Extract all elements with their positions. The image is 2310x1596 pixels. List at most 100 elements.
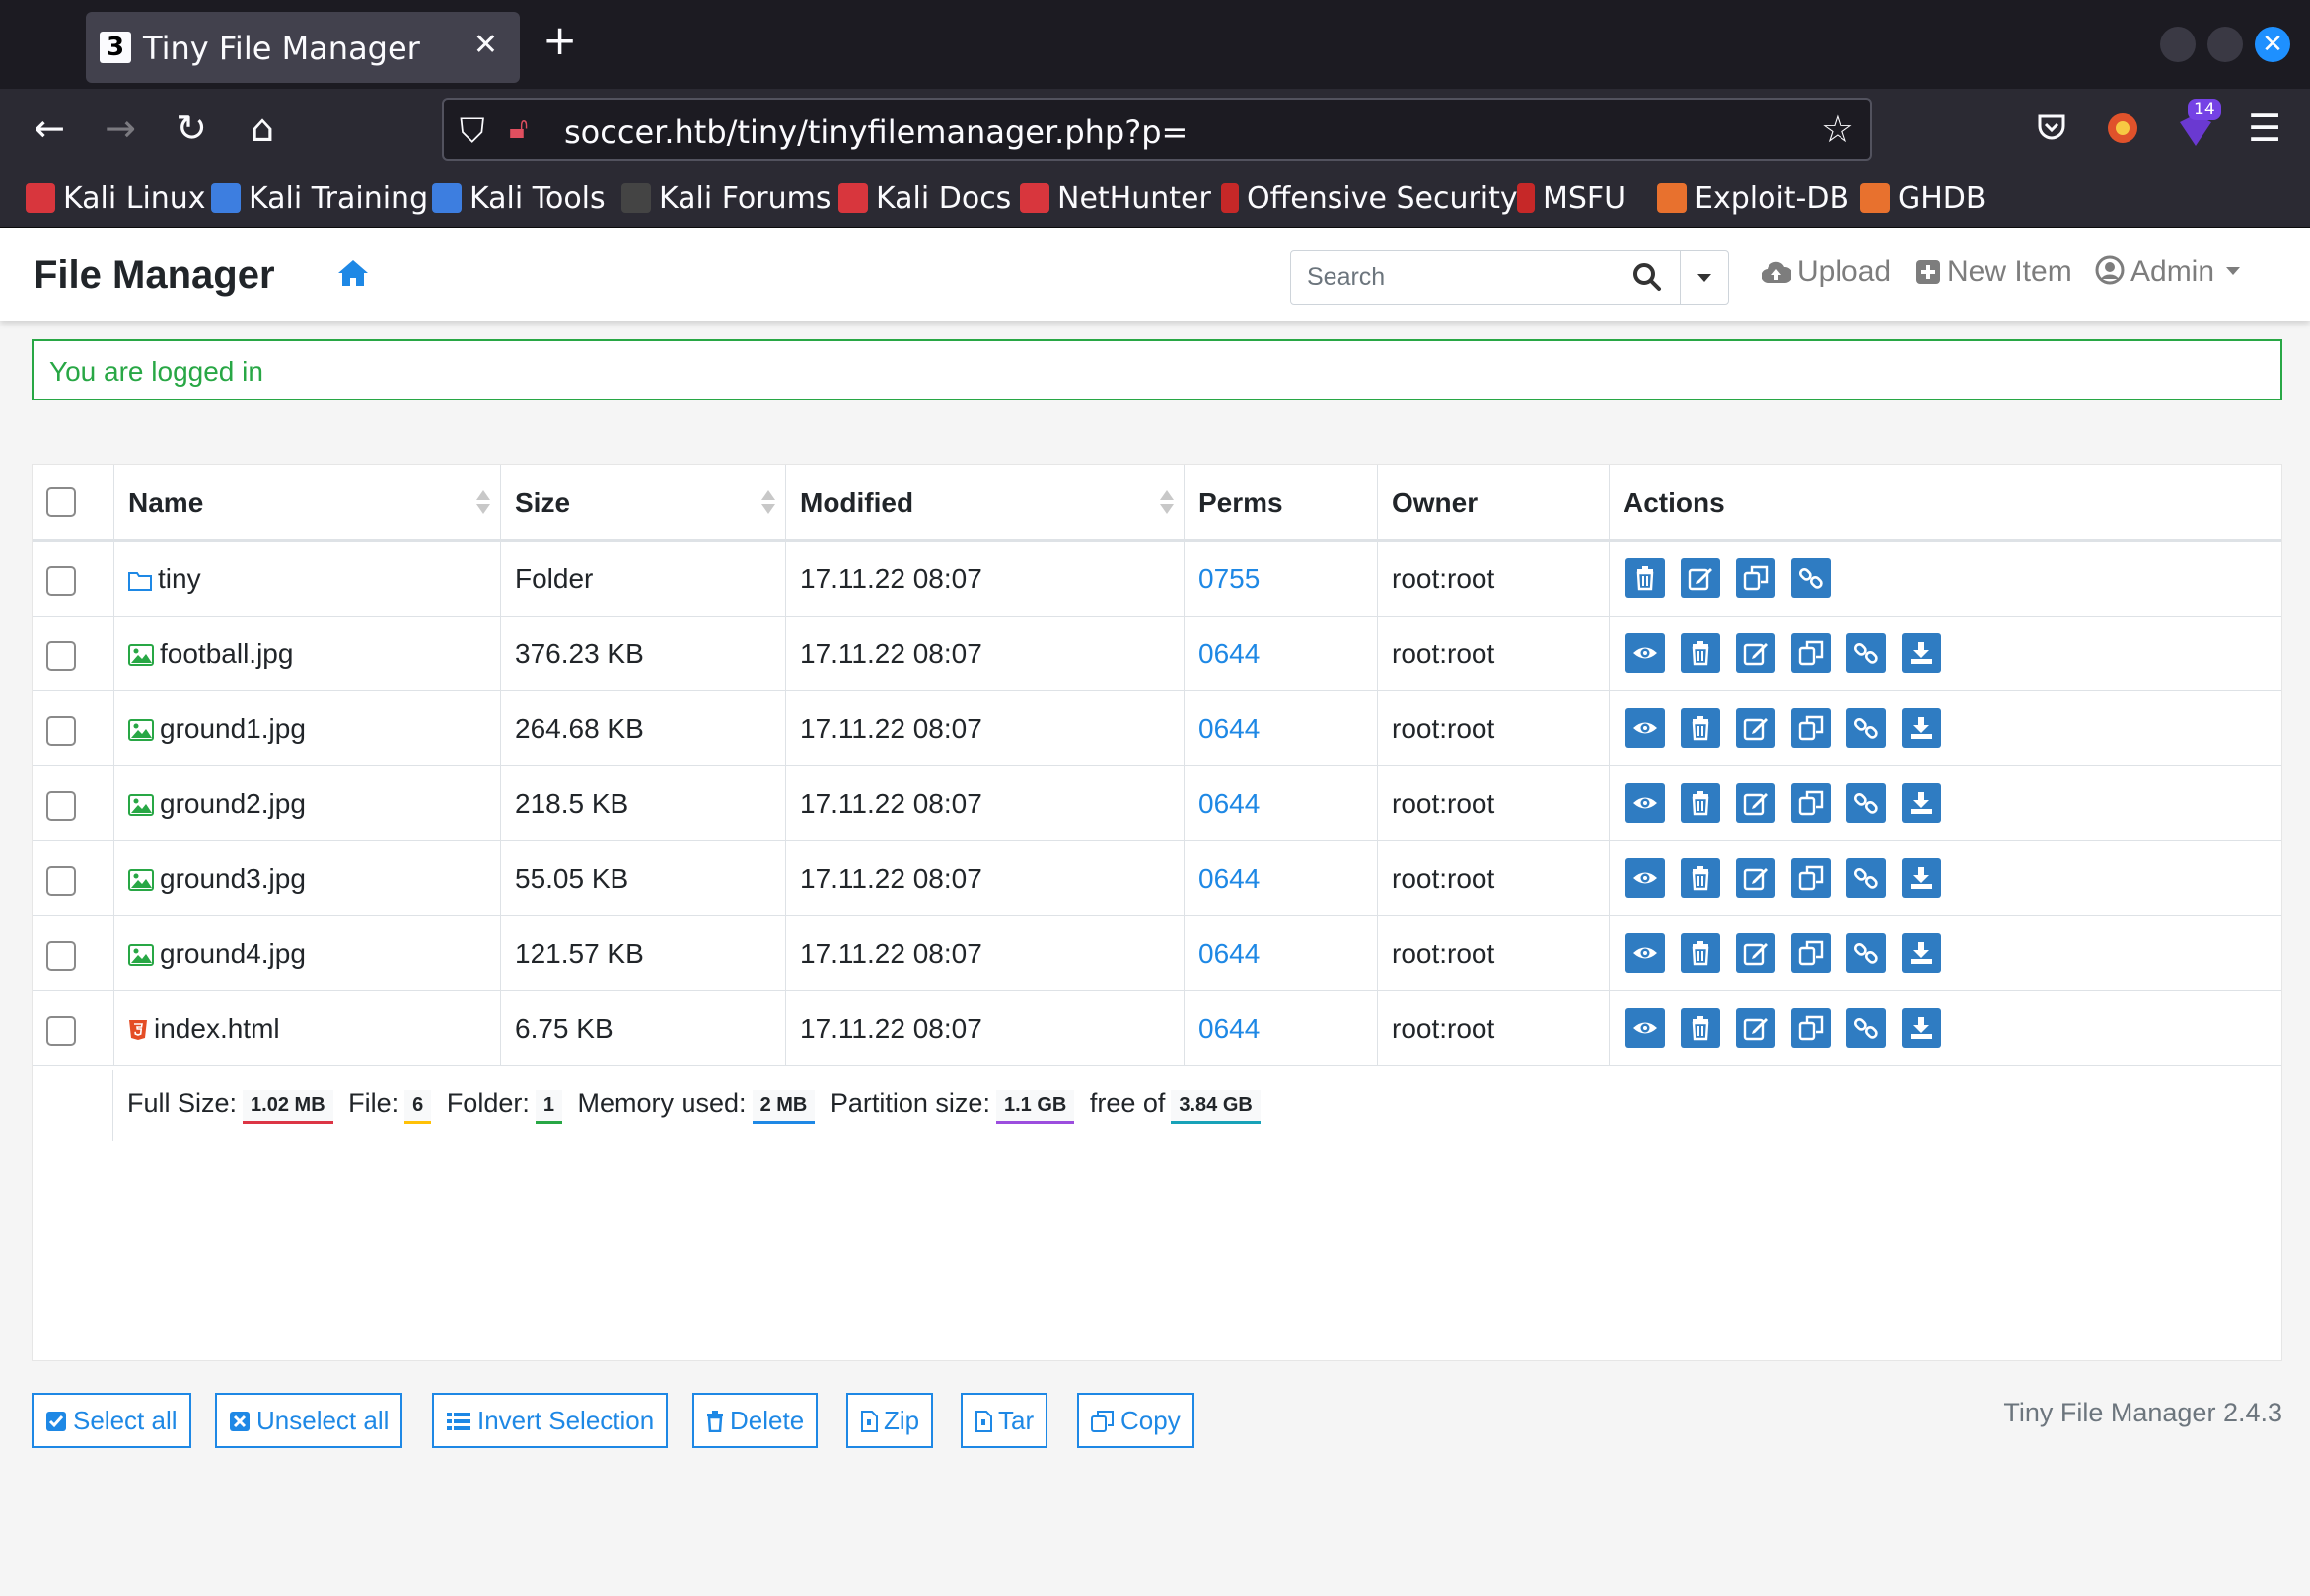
- copy-action-button[interactable]: [1791, 633, 1831, 673]
- copy-action-button[interactable]: [1791, 1008, 1831, 1048]
- perms-link[interactable]: 0644: [1198, 938, 1260, 970]
- download-action-button[interactable]: [1902, 708, 1941, 748]
- download-action-button[interactable]: [1902, 933, 1941, 973]
- link-action-button[interactable]: [1791, 558, 1831, 598]
- download-action-button[interactable]: [1902, 633, 1941, 673]
- maximize-window-button[interactable]: [2207, 27, 2243, 62]
- file-name-link[interactable]: index.html: [128, 1013, 280, 1045]
- view-action-button[interactable]: [1625, 633, 1665, 673]
- perms-link[interactable]: 0644: [1198, 788, 1260, 820]
- delete-action-button[interactable]: [1681, 858, 1720, 898]
- delete-action-button[interactable]: [1681, 933, 1720, 973]
- copy-button[interactable]: Copy: [1077, 1393, 1194, 1448]
- brand-title[interactable]: File Manager: [34, 254, 275, 298]
- rename-action-button[interactable]: [1681, 558, 1720, 598]
- column-header-modified[interactable]: Modified: [786, 465, 1185, 542]
- copy-action-button[interactable]: [1791, 783, 1831, 823]
- forward-arrow-icon[interactable]: →: [99, 107, 142, 150]
- tar-button[interactable]: Tar: [961, 1393, 1048, 1448]
- download-action-button[interactable]: [1902, 1008, 1941, 1048]
- view-action-button[interactable]: [1625, 858, 1665, 898]
- bookmark-kali-linux[interactable]: Kali Linux: [26, 181, 206, 218]
- copy-action-button[interactable]: [1791, 933, 1831, 973]
- tab-close-icon[interactable]: ✕: [473, 28, 498, 62]
- delete-action-button[interactable]: [1681, 783, 1720, 823]
- perms-link[interactable]: 0644: [1198, 1013, 1260, 1045]
- url-text[interactable]: soccer.htb/tiny/tinyfilemanager.php?p=: [564, 113, 1188, 151]
- upload-link[interactable]: Upload: [1761, 255, 1891, 289]
- menu-hamburger-icon[interactable]: ☰: [2243, 107, 2286, 150]
- link-action-button[interactable]: [1846, 858, 1886, 898]
- link-action-button[interactable]: [1846, 633, 1886, 673]
- row-checkbox[interactable]: [46, 791, 76, 821]
- row-checkbox[interactable]: [46, 1016, 76, 1046]
- bookmark-kali-docs[interactable]: Kali Docs: [838, 181, 1011, 218]
- row-checkbox[interactable]: [46, 641, 76, 671]
- unselect-all-button[interactable]: Unselect all: [215, 1393, 403, 1448]
- search-input[interactable]: [1291, 251, 1626, 304]
- rename-action-button[interactable]: [1736, 633, 1775, 673]
- bookmark-msfu[interactable]: MSFU: [1517, 181, 1625, 218]
- file-name-link[interactable]: ground1.jpg: [128, 713, 306, 745]
- invert-selection-button[interactable]: Invert Selection: [432, 1393, 669, 1448]
- delete-action-button[interactable]: [1681, 1008, 1720, 1048]
- bookmark-kali-forums[interactable]: Kali Forums: [621, 181, 830, 218]
- column-header-size[interactable]: Size: [501, 465, 786, 542]
- search-icon[interactable]: [1630, 260, 1664, 294]
- file-name-link[interactable]: ground3.jpg: [128, 863, 306, 895]
- bookmark-kali-training[interactable]: Kali Training: [211, 181, 428, 218]
- bookmark-exploit-db[interactable]: Exploit-DB: [1657, 181, 1849, 218]
- delete-button[interactable]: Delete: [692, 1393, 819, 1448]
- browser-home-icon[interactable]: ⌂: [241, 107, 284, 150]
- rename-action-button[interactable]: [1736, 933, 1775, 973]
- link-action-button[interactable]: [1846, 933, 1886, 973]
- download-action-button[interactable]: [1902, 783, 1941, 823]
- row-checkbox[interactable]: [46, 566, 76, 596]
- link-action-button[interactable]: [1846, 708, 1886, 748]
- home-icon[interactable]: [335, 255, 371, 291]
- delete-action-button[interactable]: [1681, 708, 1720, 748]
- admin-dropdown[interactable]: Admin: [2095, 255, 2241, 289]
- zip-button[interactable]: Zip: [846, 1393, 934, 1448]
- perms-link[interactable]: 0644: [1198, 638, 1260, 670]
- perms-link[interactable]: 0755: [1198, 563, 1260, 595]
- bookmark-nethunter[interactable]: NetHunter: [1020, 181, 1211, 218]
- copy-action-button[interactable]: [1791, 708, 1831, 748]
- new-item-link[interactable]: New Item: [1915, 255, 2072, 289]
- bookmark-kali-tools[interactable]: Kali Tools: [432, 181, 606, 218]
- rename-action-button[interactable]: [1736, 783, 1775, 823]
- rename-action-button[interactable]: [1736, 708, 1775, 748]
- delete-action-button[interactable]: [1625, 558, 1665, 598]
- reload-icon[interactable]: ↻: [170, 107, 213, 150]
- minimize-window-button[interactable]: [2160, 27, 2196, 62]
- pocket-icon[interactable]: [2034, 110, 2069, 146]
- file-name-link[interactable]: football.jpg: [128, 638, 293, 670]
- rename-action-button[interactable]: [1736, 858, 1775, 898]
- select-all-checkbox[interactable]: [46, 487, 76, 517]
- download-action-button[interactable]: [1902, 858, 1941, 898]
- perms-link[interactable]: 0644: [1198, 863, 1260, 895]
- bookmark-ghdb[interactable]: GHDB: [1860, 181, 1986, 218]
- back-arrow-icon[interactable]: ←: [28, 107, 71, 150]
- file-name-link[interactable]: ground4.jpg: [128, 938, 306, 970]
- rename-action-button[interactable]: [1736, 1008, 1775, 1048]
- copy-action-button[interactable]: [1791, 858, 1831, 898]
- link-action-button[interactable]: [1846, 783, 1886, 823]
- search-options-dropdown[interactable]: [1680, 250, 1729, 305]
- file-name-link[interactable]: ground2.jpg: [128, 788, 306, 820]
- bookmark-star-icon[interactable]: ☆: [1821, 108, 1854, 151]
- url-bar[interactable]: ⛉ 🔓︎ soccer.htb/tiny/tinyfilemanager.php…: [442, 98, 1872, 161]
- view-action-button[interactable]: [1625, 1008, 1665, 1048]
- file-name-link[interactable]: tiny: [128, 563, 201, 595]
- link-action-button[interactable]: [1846, 1008, 1886, 1048]
- delete-action-button[interactable]: [1681, 633, 1720, 673]
- extension-icon[interactable]: [2103, 109, 2142, 148]
- new-tab-icon[interactable]: +: [542, 20, 577, 61]
- tracking-shield-icon[interactable]: ⛉: [460, 111, 485, 151]
- row-checkbox[interactable]: [46, 941, 76, 971]
- view-action-button[interactable]: [1625, 933, 1665, 973]
- bookmark-offensive-security[interactable]: Offensive Security: [1221, 181, 1518, 218]
- view-action-button[interactable]: [1625, 708, 1665, 748]
- browser-tab[interactable]: 3 Tiny File Manager ✕: [86, 12, 520, 83]
- perms-link[interactable]: 0644: [1198, 713, 1260, 745]
